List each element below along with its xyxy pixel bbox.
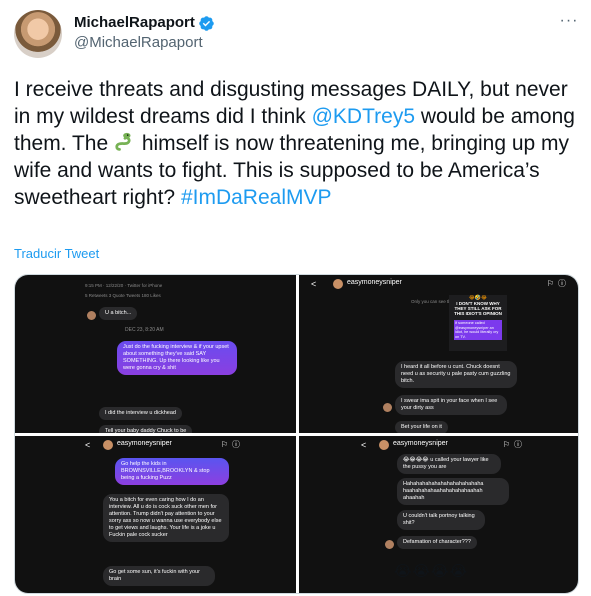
avatar [333, 279, 343, 289]
story-line: THIS IDIOT'S OPINION [454, 311, 502, 316]
message-bubble: Bet your life on it [395, 421, 448, 433]
avatar [103, 440, 113, 450]
tweet-meta: 9:15 PM · 12/22/20 · Twitter for iPhone [85, 283, 163, 288]
info-icon: ⓘ [232, 440, 244, 449]
reply-label: Only you can see this [411, 299, 455, 304]
message-bubble: I heard it all before u cunt. Chuck does… [395, 361, 517, 388]
message-bubble: Go help the kids in BROWNSVILLE,BROOKLYN… [115, 458, 229, 485]
back-icon: < [361, 440, 367, 450]
info-icon: ⓘ [558, 279, 570, 288]
avatar [385, 540, 394, 549]
message-bubble: I swear ima spit in your face when I see… [395, 395, 507, 415]
verified-badge-icon [199, 15, 214, 31]
message-bubble: Defamation of character??? [397, 536, 477, 549]
media-image-2[interactable]: < easymoneysniper ⚐ⓘ Only you can see th… [299, 275, 578, 433]
media-image-1[interactable]: 9:15 PM · 12/22/20 · Twitter for iPhone … [15, 275, 296, 433]
flag-icon: ⚐ [502, 440, 514, 449]
translate-tweet-link[interactable]: Traducir Tweet [14, 246, 99, 261]
media-grid: 9:15 PM · 12/22/20 · Twitter for iPhone … [14, 274, 579, 594]
back-icon: < [311, 279, 317, 289]
message-bubble: Tell your baby daddy Chuck to be [99, 425, 193, 433]
dm-username: easymoneysniper [117, 440, 172, 447]
snake-emoji-icon [115, 132, 131, 151]
dm-username: easymoneysniper [347, 279, 402, 286]
message-bubble: I did the interview u dickhead [99, 407, 182, 420]
message-bubble: Just do the fucking interview & if your … [117, 341, 237, 375]
flag-icon: ⚐ [546, 279, 558, 288]
handle[interactable]: @MichaelRapaport [74, 32, 215, 54]
hashtag-link[interactable]: #ImDaRealMVP [181, 186, 332, 209]
dm-header: < easymoneysniper ⚐ⓘ [299, 275, 578, 293]
media-image-3[interactable]: < easymoneysniper ⚐ⓘ Go help the kids in… [15, 436, 296, 593]
avatar [383, 403, 392, 412]
dm-actions: ⚐ⓘ [547, 278, 570, 289]
display-name-row[interactable]: MichaelRapaport [74, 14, 215, 32]
flag-icon: ⚐ [220, 440, 232, 449]
message-bubble: U a bitch... [99, 307, 138, 320]
avatar[interactable] [14, 10, 62, 58]
message-bubble: Hahahahahahahahahahahahaha haahahahahaah… [397, 478, 509, 505]
dm-actions: ⚐ⓘ [221, 439, 244, 450]
dm-actions: ⚐ⓘ [503, 439, 526, 450]
message-bubble: U couldn't talk portnoy talking shit? [397, 510, 485, 530]
display-name[interactable]: MichaelRapaport [74, 14, 195, 32]
story-caption: If someone called @easymoneysniper an id… [454, 320, 502, 340]
user-info: MichaelRapaport @MichaelRapaport [74, 14, 215, 54]
dm-header: < easymoneysniper ⚐ⓘ [15, 436, 296, 454]
mention-link[interactable]: @KDTrey5 [312, 105, 415, 128]
avatar [379, 440, 389, 450]
story-reply: 😂🤣😂 I DON'T KNOW WHY THEY STILL ASK FOR … [449, 295, 507, 351]
info-icon: ⓘ [514, 440, 526, 449]
media-image-4[interactable]: < easymoneysniper ⚐ⓘ 😂😂😂😂 u called your … [299, 436, 578, 593]
tweet-header: MichaelRapaport @MichaelRapaport ··· [14, 10, 579, 58]
tweet-stats: 5 Retweets 3 Quote Tweets 180 Likes [85, 293, 161, 298]
tweet-text: I receive threats and disgusting message… [14, 76, 579, 211]
dm-header: < easymoneysniper ⚐ⓘ [299, 436, 578, 454]
message-bubble: 😂😂😂😂 u called your lawyer like the pussy… [397, 454, 501, 474]
avatar [87, 311, 96, 320]
dm-username: easymoneysniper [393, 440, 448, 447]
message-bubble: Go get some sun, it's fuckin with your b… [103, 566, 215, 586]
date-divider: DEC 23, 8:20 AM [125, 327, 164, 333]
back-icon: < [85, 440, 91, 450]
more-horizontal-icon[interactable]: ··· [559, 12, 579, 32]
message-bubble: You a bitch for even caring how I do an … [103, 494, 229, 542]
crying-emojis: 😭😭😭😭 [394, 563, 469, 580]
